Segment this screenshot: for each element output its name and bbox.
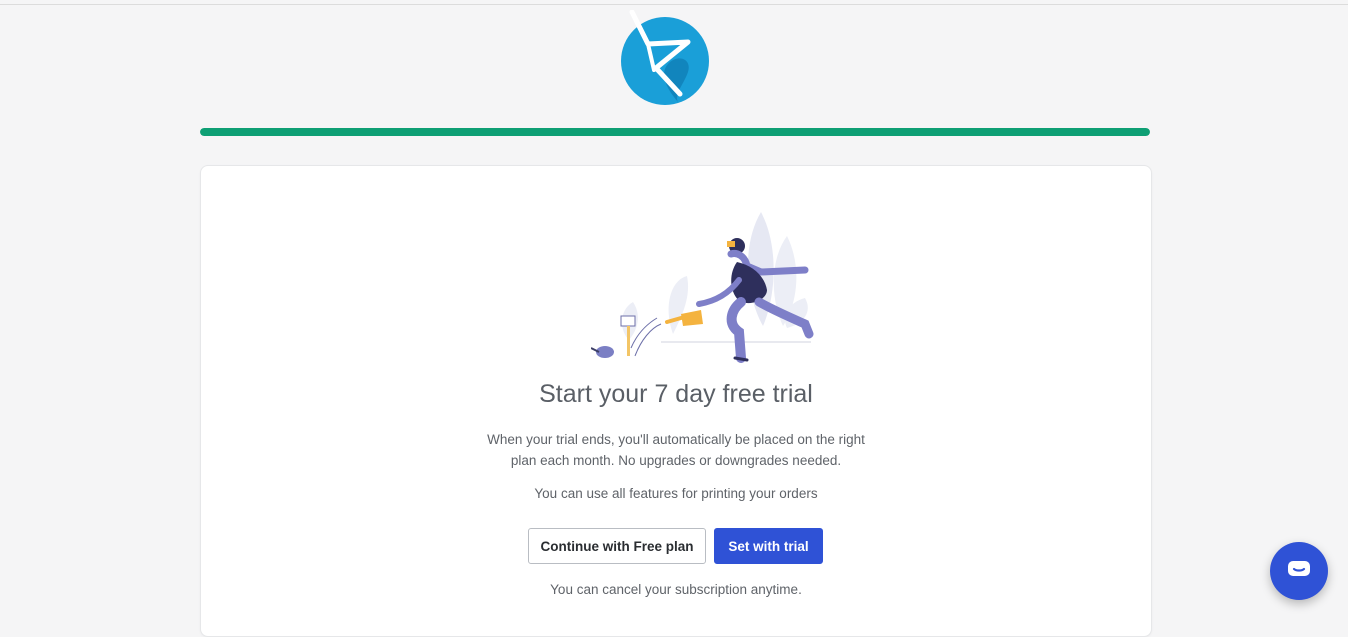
chat-icon xyxy=(1286,558,1312,585)
trial-description: When your trial ends, you'll automatical… xyxy=(487,432,865,468)
top-divider xyxy=(0,4,1348,5)
chat-launcher-button[interactable] xyxy=(1270,542,1328,600)
cancel-note: You can cancel your subscription anytime… xyxy=(550,582,802,597)
trial-card: Start your 7 day free trial When your tr… xyxy=(200,165,1152,637)
set-with-trial-button[interactable]: Set with trial xyxy=(714,528,823,564)
continue-free-plan-button[interactable]: Continue with Free plan xyxy=(528,528,706,564)
features-note: You can use all features for printing yo… xyxy=(534,486,818,501)
watering-plants-illustration xyxy=(590,206,831,371)
progress-fill xyxy=(200,128,1150,136)
trial-title: Start your 7 day free trial xyxy=(539,380,813,408)
brand-logo-icon xyxy=(618,9,712,106)
onboarding-progress-bar xyxy=(200,128,1150,136)
